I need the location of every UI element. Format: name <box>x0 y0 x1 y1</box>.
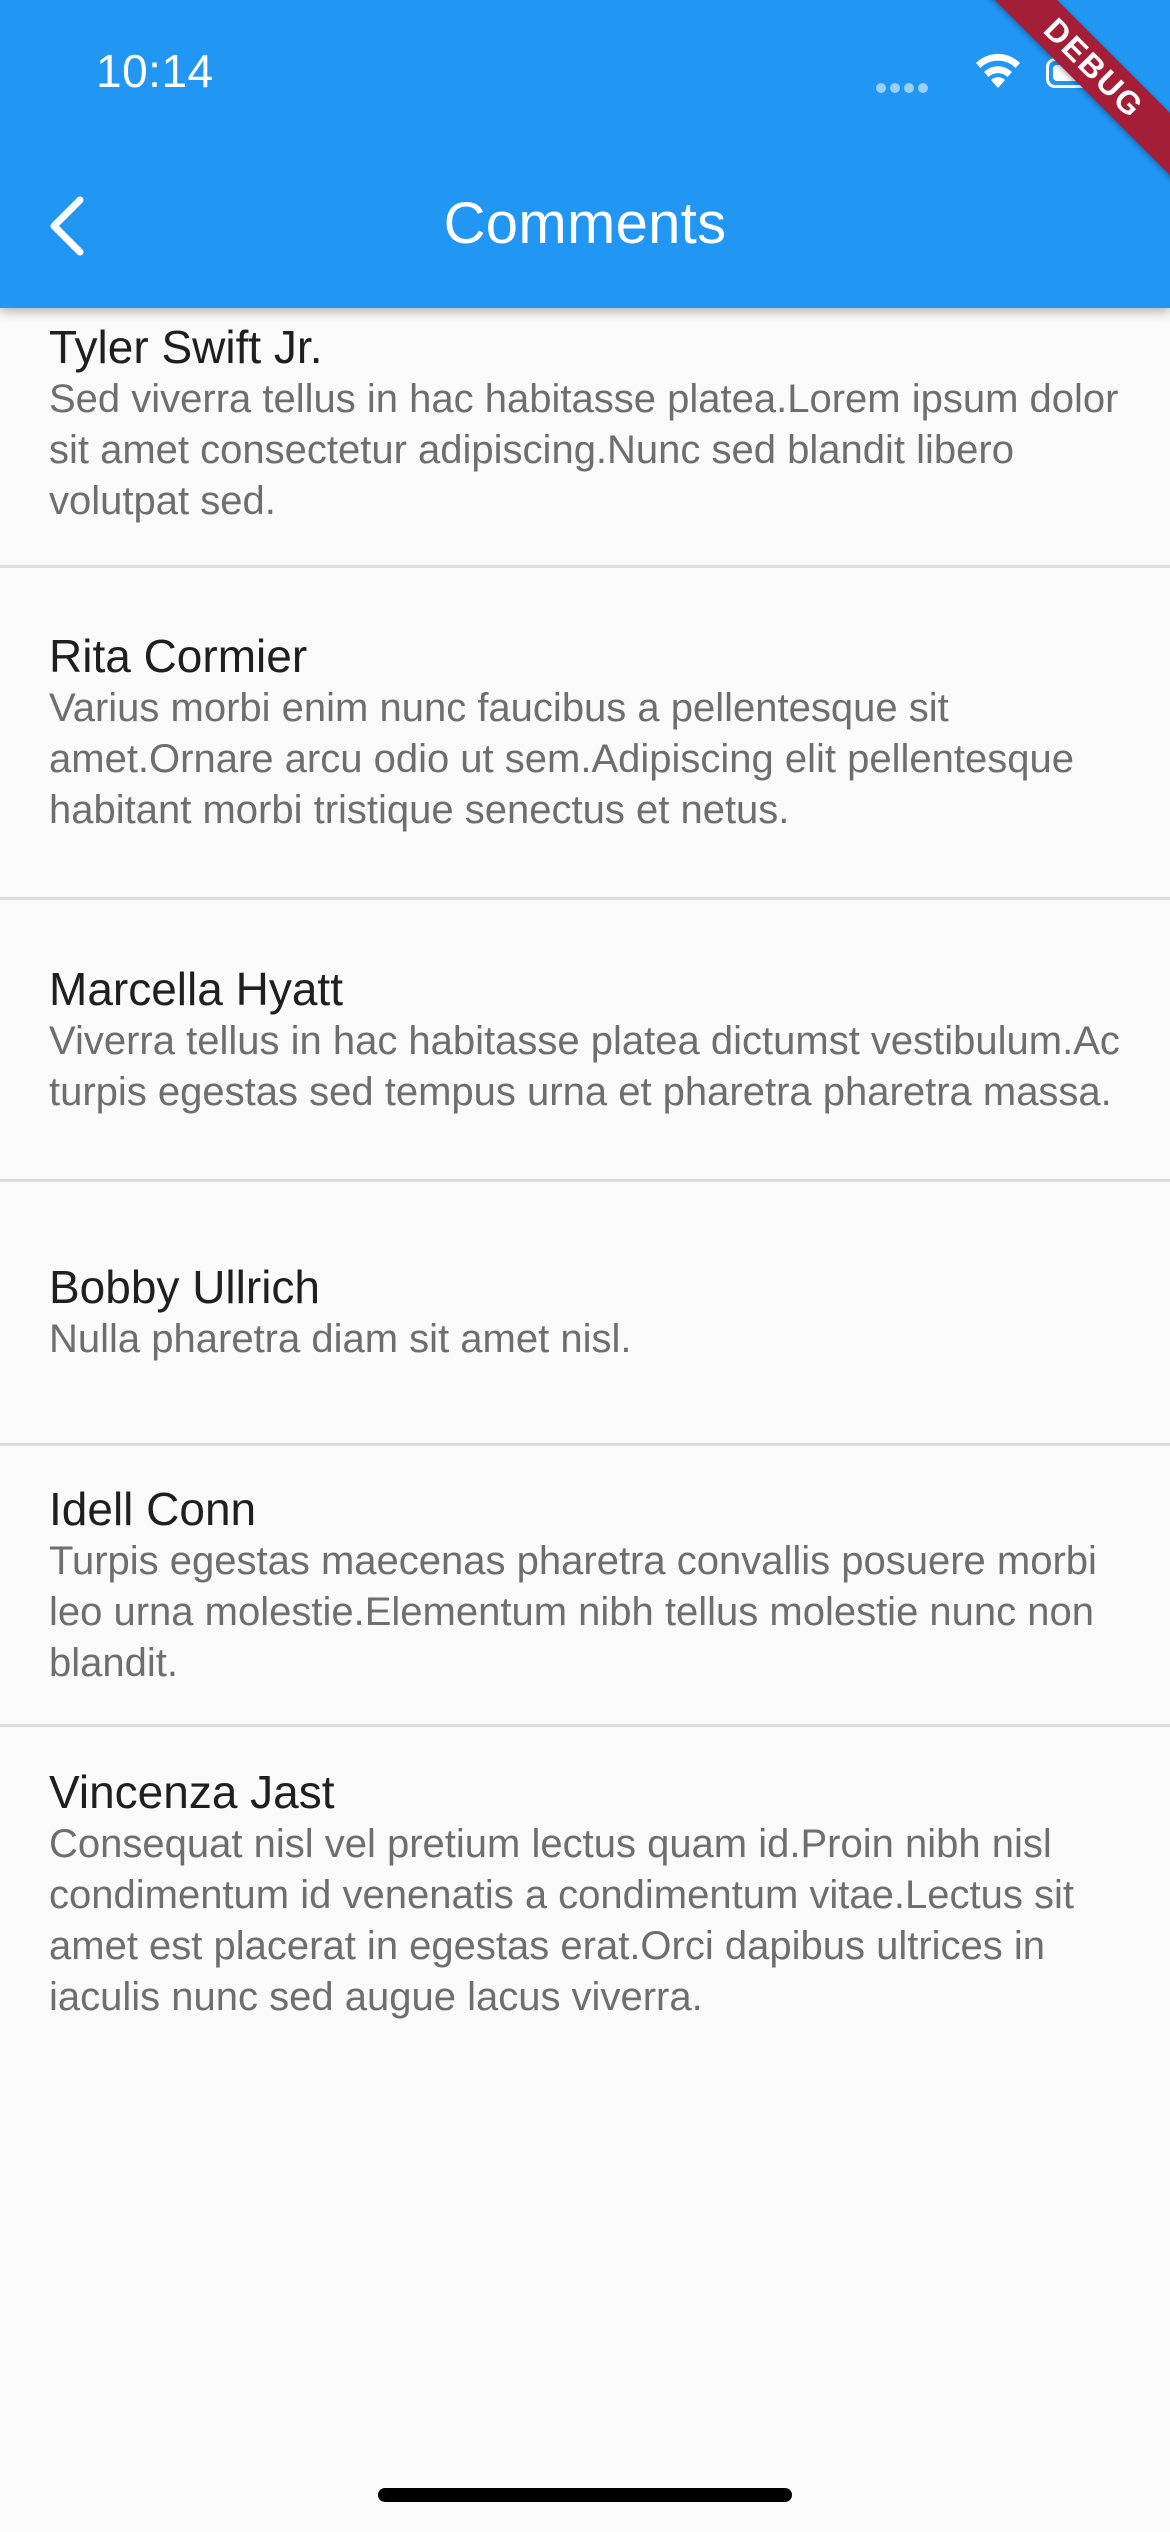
comment-author: Idell Conn <box>49 1482 257 1535</box>
comment-item[interactable]: Vincenza Jast Consequat nisl vel pretium… <box>0 1727 1170 2107</box>
home-indicator[interactable] <box>378 2488 792 2502</box>
comment-body: Viverra tellus in hac habitasse platea d… <box>49 1018 1120 1114</box>
comment-author: Rita Cormier <box>49 630 308 682</box>
comment-body: Nulla pharetra diam sit amet nisl. <box>49 1317 632 1361</box>
comment-body: Varius morbi enim nunc faucibus a pellen… <box>49 686 1074 832</box>
comment-item[interactable]: Rita Cormier Varius morbi enim nunc fauc… <box>0 568 1170 900</box>
comment-item[interactable]: Marcella Hyatt Viverra tellus in hac hab… <box>0 900 1170 1182</box>
wifi-icon <box>976 53 1020 88</box>
comment-author: Vincenza Jast <box>49 1766 335 1818</box>
app-bar: 10:14 Comments DEBUG <box>0 0 1170 308</box>
comment-body: Sed viverra tellus in hac habitasse plat… <box>49 377 1119 523</box>
comment-author: Tyler Swift Jr. <box>49 321 323 373</box>
comment-item[interactable]: Bobby Ullrich Nulla pharetra diam sit am… <box>0 1182 1170 1446</box>
comment-body: Turpis egestas maecenas pharetra convall… <box>49 1538 1097 1685</box>
comment-author: Bobby Ullrich <box>49 1261 320 1313</box>
status-bar-time: 10:14 <box>96 45 214 97</box>
comment-author: Marcella Hyatt <box>49 962 343 1015</box>
cellular-signal-icon <box>876 80 932 93</box>
comment-item[interactable]: Tyler Swift Jr. Sed viverra tellus in ha… <box>0 308 1170 568</box>
comment-item[interactable]: Idell Conn Turpis egestas maecenas phare… <box>0 1446 1170 1727</box>
comment-body: Consequat nisl vel pretium lectus quam i… <box>49 1822 1074 2019</box>
comment-list: Tyler Swift Jr. Sed viverra tellus in ha… <box>0 308 1170 2107</box>
page-title: Comments <box>443 191 727 256</box>
